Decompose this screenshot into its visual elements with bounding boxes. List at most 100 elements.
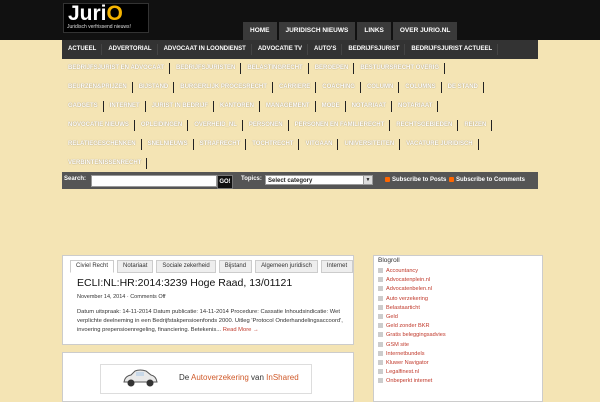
category-item[interactable]: BEURZEN&PRIJZEN: [62, 78, 133, 97]
topnav-home[interactable]: HOME: [243, 22, 277, 40]
category-navigation: ACTUEEL ADVERTORIAL ADVOCAAT IN LOONDIENST…: [62, 40, 538, 173]
category-item[interactable]: MANAGEMENT: [260, 97, 316, 116]
category-item[interactable]: BURGERLIJK PROCESRECHT: [174, 78, 273, 97]
category-item[interactable]: COACHING: [316, 78, 361, 97]
blogroll-item[interactable]: Internetbundels: [378, 350, 538, 359]
go-button[interactable]: GO!: [217, 175, 233, 189]
category-item[interactable]: BIJSTAND: [133, 78, 175, 97]
category-item[interactable]: OVERHEID_NL: [188, 116, 243, 135]
category-item[interactable]: RECHTSGEBIEDEN: [390, 116, 459, 135]
category-item[interactable]: CARRIERE: [273, 78, 317, 97]
category-item[interactable]: PERSONEN: [243, 116, 289, 135]
bullet-icon: [378, 359, 383, 365]
category-item[interactable]: BEDRIJFSJURIST: [342, 40, 406, 59]
blogroll-item[interactable]: Geld: [378, 313, 538, 322]
category-item[interactable]: AUTO'S: [308, 40, 343, 59]
rss-icon: [449, 177, 454, 182]
blogroll-item[interactable]: Kluwer Navigator: [378, 359, 538, 368]
category-item[interactable]: COLUMN: [361, 78, 400, 97]
search-bar: Search: GO! Topics: Select category ▼ Su…: [62, 172, 538, 189]
topnav-over[interactable]: OVER JURIO.NL: [392, 22, 458, 40]
blogroll-item[interactable]: Legalfinest.nl: [378, 368, 538, 377]
site-logo[interactable]: JuriO Juridisch verfrissend nieuws!: [63, 2, 149, 33]
bullet-icon: [378, 304, 383, 310]
logo-tagline: Juridisch verfrissend nieuws!: [67, 24, 131, 30]
category-item[interactable]: ACTUEEL: [62, 40, 103, 59]
topnav-juridisch-nieuws[interactable]: JURIDISCH NIEUWS: [278, 22, 356, 40]
category-item[interactable]: ADVERTORIAL: [102, 40, 158, 59]
blogroll-item[interactable]: Advocatenbelen.nl: [378, 285, 538, 294]
category-item[interactable]: VERBINTENISSENRECHT: [62, 154, 148, 173]
category-item[interactable]: COLUMNS: [399, 78, 442, 97]
category-item[interactable]: PERSONEN EN FAMILIERECHT: [289, 116, 391, 135]
category-item[interactable]: BEROEPEN: [309, 59, 355, 78]
category-item[interactable]: NOTARIAAT: [392, 97, 439, 116]
category-item[interactable]: BEDRIJFSJURIST EN ADVOCAAT: [62, 59, 171, 78]
category-row: BEDRIJFSJURIST EN ADVOCAAT BEDRIJFSJURIST…: [62, 59, 538, 78]
logo-name: JuriO: [68, 2, 123, 25]
tab-item[interactable]: Sociale zekerheid: [156, 260, 216, 273]
ad-box: De Autoverzekering van InShared: [62, 352, 354, 402]
search-input[interactable]: [91, 175, 217, 187]
blogroll-item[interactable]: Accountancy: [378, 267, 538, 276]
category-item[interactable]: BEDRIJFSJURIST ACTUEEL: [405, 40, 498, 59]
chevron-down-icon: ▼: [363, 176, 372, 184]
category-item[interactable]: BEDRIJFSJURISTEN: [170, 59, 242, 78]
category-item[interactable]: NOVOCATIE NIEUWS: [62, 116, 135, 135]
category-item[interactable]: STRAFRECHT: [194, 135, 247, 154]
category-item[interactable]: UNIVERSITEITEN: [338, 135, 400, 154]
bullet-icon: [378, 313, 383, 319]
category-item[interactable]: VITGAAN: [299, 135, 339, 154]
category-item[interactable]: TOCHTRECHT: [246, 135, 300, 154]
blogroll-item[interactable]: GSM site: [378, 341, 538, 350]
category-item[interactable]: REIZEN: [458, 116, 493, 135]
bullet-icon: [378, 268, 383, 273]
subscribe-comments-link[interactable]: Subscribe to Comments: [449, 177, 525, 183]
post-excerpt: Datum uitspraak: 14-11-2014 Datum public…: [77, 309, 343, 333]
tab-item[interactable]: Civiel Recht: [70, 260, 115, 273]
category-item[interactable]: SNELNIEUWS: [142, 135, 194, 154]
category-item[interactable]: RELATIEGESCHENKEN: [62, 135, 142, 154]
bullet-icon: [378, 369, 383, 375]
blogroll-item[interactable]: Advocatenplein.nl: [378, 276, 538, 285]
category-item[interactable]: NOTARIAAT: [346, 97, 393, 116]
bullet-icon: [378, 295, 383, 301]
category-item[interactable]: BELASTINGRECHT: [241, 59, 310, 78]
category-select[interactable]: Select category ▼: [265, 175, 373, 185]
category-item[interactable]: DE STAND: [442, 78, 485, 97]
bullet-icon: [378, 277, 383, 283]
category-item[interactable]: ADVOCATIE TV: [252, 40, 309, 59]
category-select-value: Select category: [268, 178, 313, 184]
category-item[interactable]: OPLEIDINGEN: [135, 116, 189, 135]
read-more-link[interactable]: Read More →: [223, 327, 259, 333]
post-title[interactable]: ECLI:NL:HR:2014:3239 Hoge Raad, 13/01121: [77, 277, 292, 289]
category-item[interactable]: KANTOREN: [214, 97, 260, 116]
featured-posts-box: Civiel Recht Notariaat Sociale zekerheid Bi…: [62, 255, 354, 345]
topnav-links[interactable]: LINKS: [357, 22, 391, 40]
category-item[interactable]: VACATURE JURIDISCH: [400, 135, 480, 154]
category-item[interactable]: INTERNET: [104, 97, 146, 116]
ad-text: De Autoverzekering van InShared: [179, 373, 299, 382]
category-item[interactable]: MODE: [316, 97, 346, 116]
tab-item[interactable]: Bijstand: [218, 260, 253, 273]
tab-item[interactable]: Internet: [320, 260, 354, 273]
blogroll-item[interactable]: Gratis beleggingsadvies: [378, 331, 538, 340]
blogroll-item[interactable]: Onbeperkt internet: [378, 377, 538, 386]
subscribe-posts-link[interactable]: Subscribe to Posts: [385, 177, 446, 183]
search-label: Search:: [64, 176, 87, 182]
category-item[interactable]: BESTUURSRECHT OVERIG: [354, 59, 445, 78]
site-header: JuriO Juridisch verfrissend nieuws! HOME…: [0, 0, 600, 40]
tab-item[interactable]: Notariaat: [117, 260, 154, 273]
category-item[interactable]: JURIST IN BEDRIJF: [146, 97, 215, 116]
bullet-icon: [378, 286, 383, 292]
bullet-icon: [378, 332, 383, 338]
category-item[interactable]: ADVOCAAT IN LOONDIENST: [158, 40, 253, 59]
category-row: ACTUEEL ADVERTORIAL ADVOCAAT IN LOONDIENST…: [62, 40, 538, 59]
category-tabs: Civiel Recht Notariaat Sociale zekerheid Bi…: [70, 260, 356, 273]
blogroll-item[interactable]: Belastaarticht: [378, 304, 538, 313]
category-item[interactable]: GADGETS: [62, 97, 104, 116]
blogroll-item[interactable]: Geld zonder BKR: [378, 322, 538, 331]
ad-banner[interactable]: De Autoverzekering van InShared: [100, 364, 312, 394]
tab-item[interactable]: Algemeen juridisch: [255, 260, 318, 273]
blogroll-item[interactable]: Auto verzekering: [378, 295, 538, 304]
